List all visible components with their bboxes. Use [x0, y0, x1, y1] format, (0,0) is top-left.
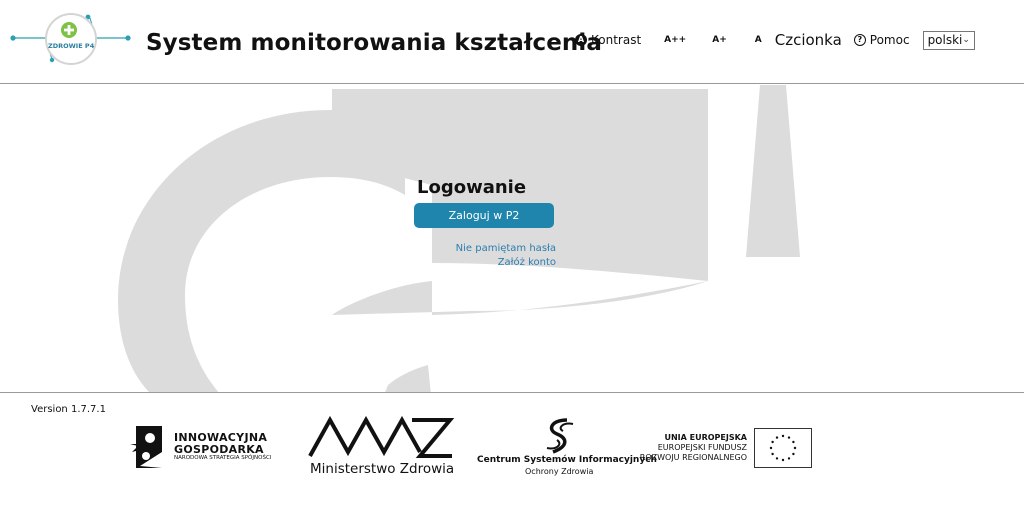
- eu-line3: ROZWOJU REGIONALNEGO: [639, 453, 747, 462]
- header: ZDROWIE P4 System monitorowania kształce…: [0, 0, 1024, 84]
- csioz-name: Centrum Systemów Informacyjnych: [477, 455, 657, 465]
- contrast-label: Kontrast: [591, 33, 642, 47]
- font-large-button[interactable]: A+: [712, 35, 727, 45]
- mz-emblem-icon: [308, 416, 455, 458]
- eu-logo: UNIA EUROPEJSKA EUROPEJSKI FUNDUSZ ROZWO…: [640, 427, 815, 469]
- ig-subtitle: NARODOWA STRATEGIA SPÓJNOŚCI: [174, 455, 272, 461]
- innowacyjna-gospodarka-logo: INNOWACYJNA GOSPODARKA NARODOWA STRATEGI…: [128, 422, 288, 472]
- contrast-button[interactable]: A Kontrast: [575, 33, 641, 47]
- eu-line2: EUROPEJSKI FUNDUSZ: [657, 443, 747, 452]
- zdrowie-p4-logo[interactable]: ZDROWIE P4: [10, 10, 132, 68]
- accessibility-toolbar: A Kontrast A++ A+ A Czcionka ? Pomoc pol…: [575, 30, 975, 50]
- eu-stars-icon: [769, 434, 797, 462]
- csioz-subtitle: Ochrony Zdrowia: [525, 467, 594, 476]
- contrast-icon: A: [575, 34, 587, 46]
- page-title: System monitorowania kształcenia: [146, 30, 602, 56]
- login-title: Logowanie: [417, 177, 527, 198]
- csioz-emblem-icon: [546, 418, 574, 454]
- help-icon: ?: [853, 34, 866, 46]
- eu-flag-icon: [754, 428, 812, 468]
- help-button[interactable]: ? Pomoc: [853, 33, 910, 47]
- logo-text: ZDROWIE P4: [48, 42, 95, 50]
- font-normal-button[interactable]: A: [755, 35, 762, 45]
- register-link[interactable]: Załóż konto: [498, 257, 556, 268]
- background-watermark-graphic: [118, 85, 800, 392]
- login-p2-button[interactable]: Zaloguj w P2: [414, 203, 554, 228]
- language-select[interactable]: polski ⌄: [922, 30, 975, 50]
- chevron-down-icon: ⌄: [962, 35, 970, 45]
- mz-name: Ministerstwo Zdrowia: [310, 461, 455, 477]
- main-content: Logowanie Zaloguj w P2 Nie pamiętam hasł…: [0, 85, 1024, 393]
- csioz-logo: Centrum Systemów Informacyjnych Ochrony …: [475, 418, 657, 478]
- font-larger-button[interactable]: A++: [664, 35, 686, 45]
- help-label: Pomoc: [869, 33, 910, 47]
- language-selected: polski: [927, 33, 963, 47]
- forgot-password-link[interactable]: Nie pamiętam hasła: [456, 243, 556, 254]
- ig-emblem-icon: [130, 426, 162, 468]
- footer: Version 1.7.7.1 INNOWACYJNA GOSPODARKA N…: [0, 394, 1024, 521]
- font-label: Czcionka: [774, 31, 842, 49]
- logo-graphic: ZDROWIE P4: [10, 13, 131, 65]
- version-label: Version 1.7.7.1: [31, 404, 106, 415]
- ministerstwo-zdrowia-logo: Ministerstwo Zdrowia: [308, 416, 458, 482]
- eu-line1: UNIA EUROPEJSKA: [664, 433, 747, 442]
